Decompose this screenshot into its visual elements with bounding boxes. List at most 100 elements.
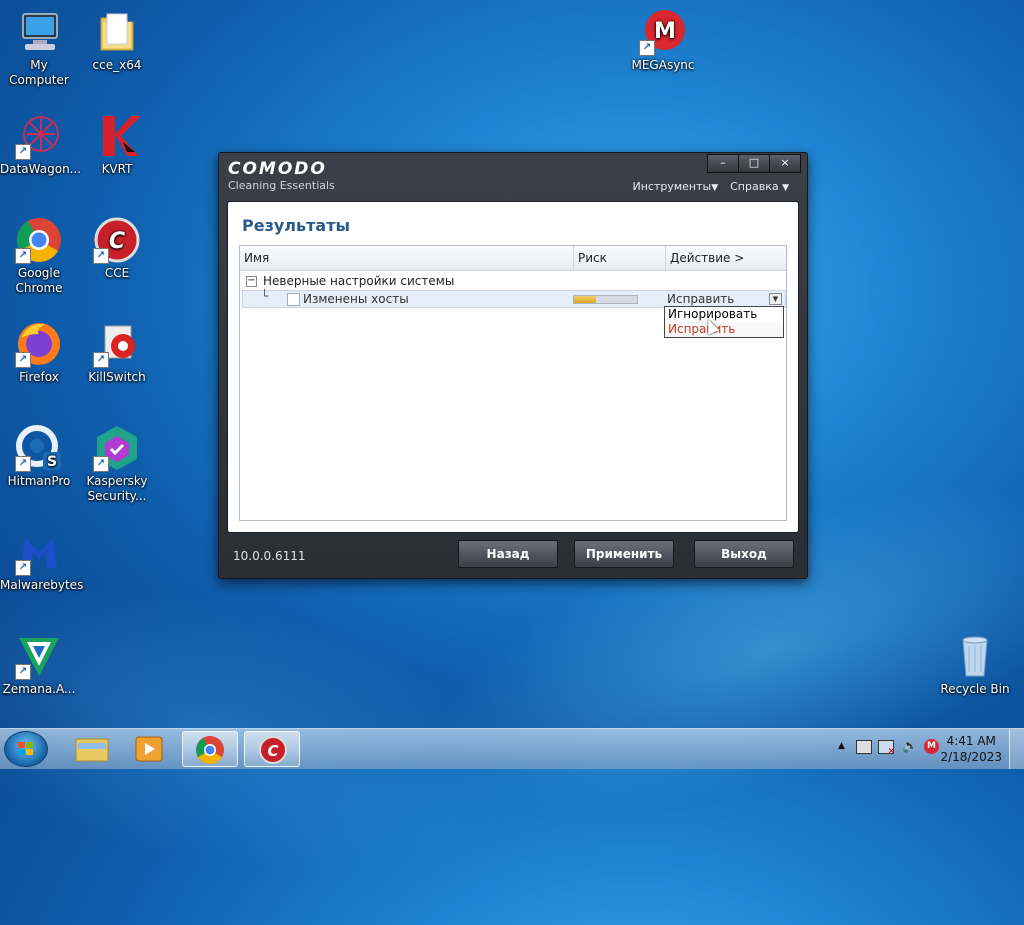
kaspersky-icon: ↗: [93, 424, 141, 472]
exit-button[interactable]: Выход: [694, 540, 794, 568]
top-menu: Инструменты▼ Справка ▼: [632, 180, 789, 193]
desktop-icon-hitmanpro[interactable]: S ↗ HitmanPro: [0, 424, 78, 489]
icon-label: Firefox: [19, 370, 59, 384]
network-icon[interactable]: ✕: [878, 740, 895, 757]
dropdown-option-ignore[interactable]: Игнорировать: [665, 307, 783, 322]
clock-time: 4:41 AM: [946, 734, 996, 748]
column-header-risk[interactable]: Риск: [574, 246, 666, 270]
svg-text:M: M: [654, 19, 676, 44]
minimize-button[interactable]: –: [707, 154, 739, 173]
icon-label: DataWagon...: [0, 162, 82, 176]
column-header-name[interactable]: Имя: [240, 246, 574, 270]
desktop-icon-google-chrome[interactable]: ↗ Google Chrome: [0, 216, 78, 296]
chevron-down-icon: ▼: [782, 183, 789, 193]
icon-label: Zemana.A...: [2, 682, 76, 696]
menu-tools[interactable]: Инструменты▼: [632, 180, 718, 193]
desktop-icon-kvrt[interactable]: KVRT: [78, 112, 156, 177]
group-row[interactable]: − Неверные настройки системы: [246, 274, 454, 288]
brand-subtitle: Cleaning Essentials: [228, 179, 335, 192]
collapse-icon[interactable]: −: [246, 276, 257, 287]
menu-help[interactable]: Справка ▼: [730, 180, 789, 193]
icon-label: MEGAsync: [631, 58, 695, 72]
shortcut-arrow-icon: ↗: [15, 456, 31, 472]
taskbar-cce[interactable]: C: [244, 731, 300, 767]
icon-label: CCE: [104, 266, 130, 280]
icon-label: cce_x64: [92, 58, 142, 72]
comodo-window: COMODO Cleaning Essentials – □ × Инструм…: [218, 152, 808, 579]
firefox-icon: ↗: [15, 320, 63, 368]
icon-label: Google Chrome: [15, 266, 63, 295]
desktop-icon-cce[interactable]: C ↗ CCE: [78, 216, 156, 281]
start-button[interactable]: [4, 731, 48, 767]
menu-help-label: Справка: [730, 180, 779, 193]
chevron-down-icon[interactable]: ▼: [769, 293, 782, 305]
show-hidden-icons-icon[interactable]: ▲: [838, 741, 845, 751]
folder-icon: [93, 8, 141, 56]
cce-icon: C ↗: [93, 216, 141, 264]
svg-text:C: C: [267, 742, 278, 760]
shortcut-arrow-icon: ↗: [639, 40, 655, 56]
shortcut-arrow-icon: ↗: [15, 664, 31, 680]
taskbar-explorer[interactable]: [64, 731, 120, 767]
desktop-icon-firefox[interactable]: ↗ Firefox: [0, 320, 78, 385]
page-title: Результаты: [242, 216, 350, 235]
group-label: Неверные настройки системы: [263, 274, 455, 288]
chrome-icon: [196, 736, 224, 764]
taskbar-media-player[interactable]: [122, 731, 178, 767]
icon-label: HitmanPro: [7, 474, 71, 488]
clock-date: 2/18/2023: [940, 750, 1002, 764]
desktop-icon-cce-x64[interactable]: cce_x64: [78, 8, 156, 73]
action-select-value[interactable]: Исправить: [667, 292, 734, 306]
results-table: Имя Риск Действие > − Неверные настройки …: [239, 245, 787, 521]
windows-logo-icon: [18, 742, 34, 756]
risk-bar: [573, 295, 638, 304]
media-player-icon: [135, 736, 163, 762]
icon-label: My Computer: [9, 58, 69, 87]
taskbar: C ▲ ✕ 🔈 M 4:41 AM 2/18/2023: [0, 728, 1024, 769]
desktop-icon-kaspersky[interactable]: ↗ Kaspersky Security...: [78, 424, 156, 504]
desktop-icon-megasync[interactable]: M ↗ MEGAsync: [624, 8, 702, 73]
results-panel: Результаты Имя Риск Действие > − Неверные…: [227, 201, 799, 533]
row-checkbox[interactable]: [287, 293, 300, 306]
desktop-icon-zemana[interactable]: ↗ Zemana.A...: [0, 632, 78, 697]
show-desktop-button[interactable]: [1009, 729, 1024, 769]
clock[interactable]: 4:41 AM 2/18/2023: [940, 733, 1002, 765]
table-header: Имя Риск Действие >: [240, 246, 786, 271]
icon-label: Malwarebytes: [0, 578, 84, 592]
taskbar-chrome[interactable]: [182, 731, 238, 767]
computer-icon: [15, 8, 63, 56]
desktop-icon-datawagon[interactable]: ↗ DataWagon...: [0, 112, 82, 177]
shortcut-arrow-icon: ↗: [93, 248, 109, 264]
datawagon-icon: ↗: [15, 112, 63, 160]
column-header-action[interactable]: Действие >: [666, 246, 786, 270]
hitmanpro-icon: S ↗: [15, 424, 63, 472]
shortcut-arrow-icon: ↗: [93, 352, 109, 368]
mega-tray-icon[interactable]: M: [924, 739, 939, 754]
shortcut-arrow-icon: ↗: [15, 560, 31, 576]
desktop-icon-malwarebytes[interactable]: ↗ Malwarebytes: [0, 528, 84, 593]
version-label: 10.0.0.6111: [233, 549, 306, 563]
tree-connector-icon: └: [261, 289, 269, 303]
kvrt-icon: [93, 112, 141, 160]
desktop-icon-recycle-bin[interactable]: Recycle Bin: [936, 632, 1014, 697]
apply-button[interactable]: Применить: [574, 540, 674, 568]
chrome-icon: ↗: [15, 216, 63, 264]
window-controls: – □ ×: [707, 154, 801, 173]
action-center-icon[interactable]: [856, 740, 872, 754]
row-name: Изменены хосты: [303, 292, 409, 306]
zemana-icon: ↗: [15, 632, 63, 680]
close-button[interactable]: ×: [769, 154, 801, 173]
desktop-icon-killswitch[interactable]: ↗ KillSwitch: [78, 320, 156, 385]
volume-icon[interactable]: 🔈: [902, 739, 918, 754]
shortcut-arrow-icon: ↗: [15, 352, 31, 368]
svg-text:C: C: [109, 229, 125, 254]
maximize-button[interactable]: □: [738, 154, 770, 173]
desktop-icon-my-computer[interactable]: My Computer: [0, 8, 78, 88]
cce-icon: C: [259, 736, 287, 764]
back-button[interactable]: Назад: [458, 540, 558, 568]
folder-icon: [75, 738, 109, 762]
chevron-down-icon: ▼: [711, 183, 719, 193]
action-dropdown-list: Игнорировать Исправить: [664, 306, 784, 338]
icon-label: KVRT: [101, 162, 133, 176]
dropdown-option-fix[interactable]: Исправить: [665, 322, 783, 337]
